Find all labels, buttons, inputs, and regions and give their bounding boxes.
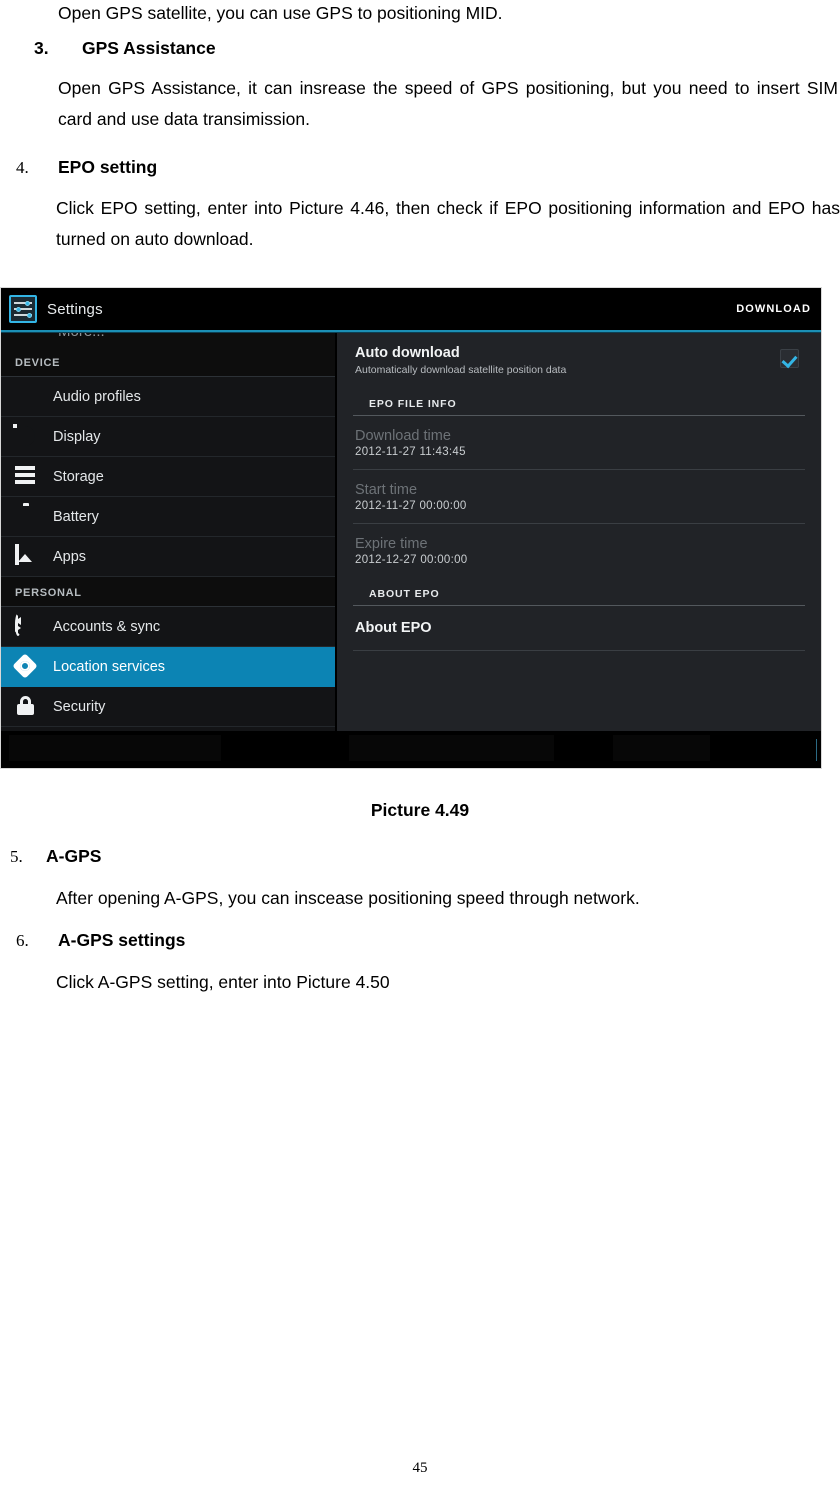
page-number: 45 [412, 1460, 428, 1476]
sidebar-item-accounts-and-sync[interactable]: Accounts & sync [1, 607, 335, 647]
paragraph-4-body-wrap: Click EPO setting, enter into Picture 4.… [0, 193, 840, 255]
paragraph-6-body-wrap: Click A-GPS setting, enter into Picture … [0, 967, 840, 998]
display-icon [15, 426, 37, 448]
sidebar-item-label: Apps [53, 548, 87, 565]
app-title: Settings [47, 300, 103, 318]
download-action-button[interactable]: DOWNLOAD [736, 303, 811, 315]
document-page: Open GPS satellite, you can use GPS to p… [0, 0, 840, 1488]
paragraph-top: Open GPS satellite, you can use GPS to p… [0, 0, 840, 29]
list-item-6-heading: A-GPS settings [58, 930, 186, 950]
about-epo-label: About EPO [355, 620, 432, 636]
paragraph-6-body: Click A-GPS setting, enter into Picture … [56, 972, 390, 992]
settings-content: More... DEVICE Audio profiles Display St… [1, 333, 821, 731]
start-time-value: 2012-11-27 00:00:00 [355, 500, 467, 512]
auto-download-title: Auto download [355, 345, 460, 361]
sidebar-item-apps[interactable]: Apps [1, 537, 335, 577]
expire-time-row: Expire time 2012-12-27 00:00:00 [337, 524, 821, 577]
expire-time-label: Expire time [355, 536, 428, 552]
audio-profiles-icon [15, 386, 37, 408]
sidebar-item-display[interactable]: Display [1, 417, 335, 457]
figure-caption-wrap: Picture 4.49 [0, 800, 840, 821]
list-item-5: 5. A-GPS [0, 841, 840, 872]
epo-file-info-header: EPO FILE INFO [369, 398, 457, 410]
nav-bar-region [349, 735, 554, 761]
nav-bar-cursor [816, 739, 817, 761]
nav-bar-region [9, 735, 221, 761]
sidebar-item-audio-profiles[interactable]: Audio profiles [1, 377, 335, 417]
nav-bar-region [613, 735, 710, 761]
android-settings-screenshot: Settings DOWNLOAD More... DEVICE Audio p… [0, 287, 822, 769]
about-epo-header: ABOUT EPO [369, 588, 440, 600]
about-epo-row[interactable]: About EPO [337, 606, 821, 650]
list-item-4: 4. EPO setting [0, 152, 840, 183]
list-item-5-heading: A-GPS [46, 846, 102, 866]
figure-caption: Picture 4.49 [370, 800, 470, 820]
sidebar-item-label: Security [53, 698, 106, 715]
apps-icon [15, 543, 37, 568]
list-item-6-number: 6. [16, 931, 29, 950]
sidebar-section-personal: PERSONAL [1, 577, 335, 607]
sidebar-item-security[interactable]: Security [1, 687, 335, 727]
sidebar-item-storage[interactable]: Storage [1, 457, 335, 497]
paragraph-5-body-wrap: After opening A-GPS, you can inscease po… [0, 883, 840, 914]
action-bar: Settings DOWNLOAD [1, 288, 821, 330]
list-item-4-number: 4. [16, 158, 29, 177]
download-time-value: 2012-11-27 11:43:45 [355, 446, 466, 458]
location-icon [12, 652, 38, 679]
download-time-label: Download time [355, 428, 451, 444]
paragraph-4-body: Click EPO setting, enter into Picture 4.… [56, 198, 840, 249]
download-time-row: Download time 2012-11-27 11:43:45 [337, 416, 821, 469]
list-item-3: 3. GPS Assistance [0, 33, 840, 64]
lock-icon [15, 696, 37, 718]
expire-time-value: 2012-12-27 00:00:00 [355, 554, 468, 566]
list-item-5-number: 5. [10, 847, 23, 866]
list-item-4-heading: EPO setting [58, 157, 158, 177]
sidebar-item-label: Battery [53, 508, 99, 525]
epo-settings-panel: Auto download Automatically download sat… [335, 333, 821, 731]
battery-icon [15, 506, 37, 528]
sidebar-section-device: DEVICE [1, 347, 335, 377]
auto-download-summary: Automatically download satellite positio… [355, 364, 567, 376]
list-item-6: 6. A-GPS settings [0, 925, 840, 956]
list-item-3-number: 3. [34, 38, 49, 58]
auto-download-row[interactable]: Auto download Automatically download sat… [337, 333, 821, 387]
sidebar-item-label: Accounts & sync [53, 618, 161, 635]
start-time-row: Start time 2012-11-27 00:00:00 [337, 470, 821, 523]
paragraph-3-body: Open GPS Assistance, it can insrease the… [58, 78, 838, 129]
row-divider [353, 650, 805, 651]
list-item-3-heading: GPS Assistance [82, 38, 216, 58]
start-time-label: Start time [355, 482, 418, 498]
sync-icon [15, 612, 37, 638]
settings-sliders-icon [9, 295, 37, 323]
system-navigation-bar[interactable] [1, 731, 821, 768]
sidebar-item-more-label: More... [58, 333, 105, 340]
sidebar-item-label: Display [53, 428, 101, 445]
paragraph-5-body: After opening A-GPS, you can inscease po… [56, 888, 640, 908]
paragraph-3-body-wrap: Open GPS Assistance, it can insrease the… [0, 73, 840, 135]
sidebar-item-label: Storage [53, 468, 104, 485]
paragraph-text: Open GPS satellite, you can use GPS to p… [58, 3, 503, 23]
storage-icon [15, 465, 37, 488]
sidebar-item-label: Audio profiles [53, 388, 141, 405]
auto-download-checkbox[interactable] [780, 349, 799, 368]
sidebar-item-more-clipped[interactable]: More... [1, 333, 335, 347]
sidebar-item-location-services[interactable]: Location services [1, 647, 335, 687]
sidebar-item-label: Location services [53, 658, 166, 675]
sidebar-item-battery[interactable]: Battery [1, 497, 335, 537]
settings-sidebar: More... DEVICE Audio profiles Display St… [1, 333, 335, 731]
